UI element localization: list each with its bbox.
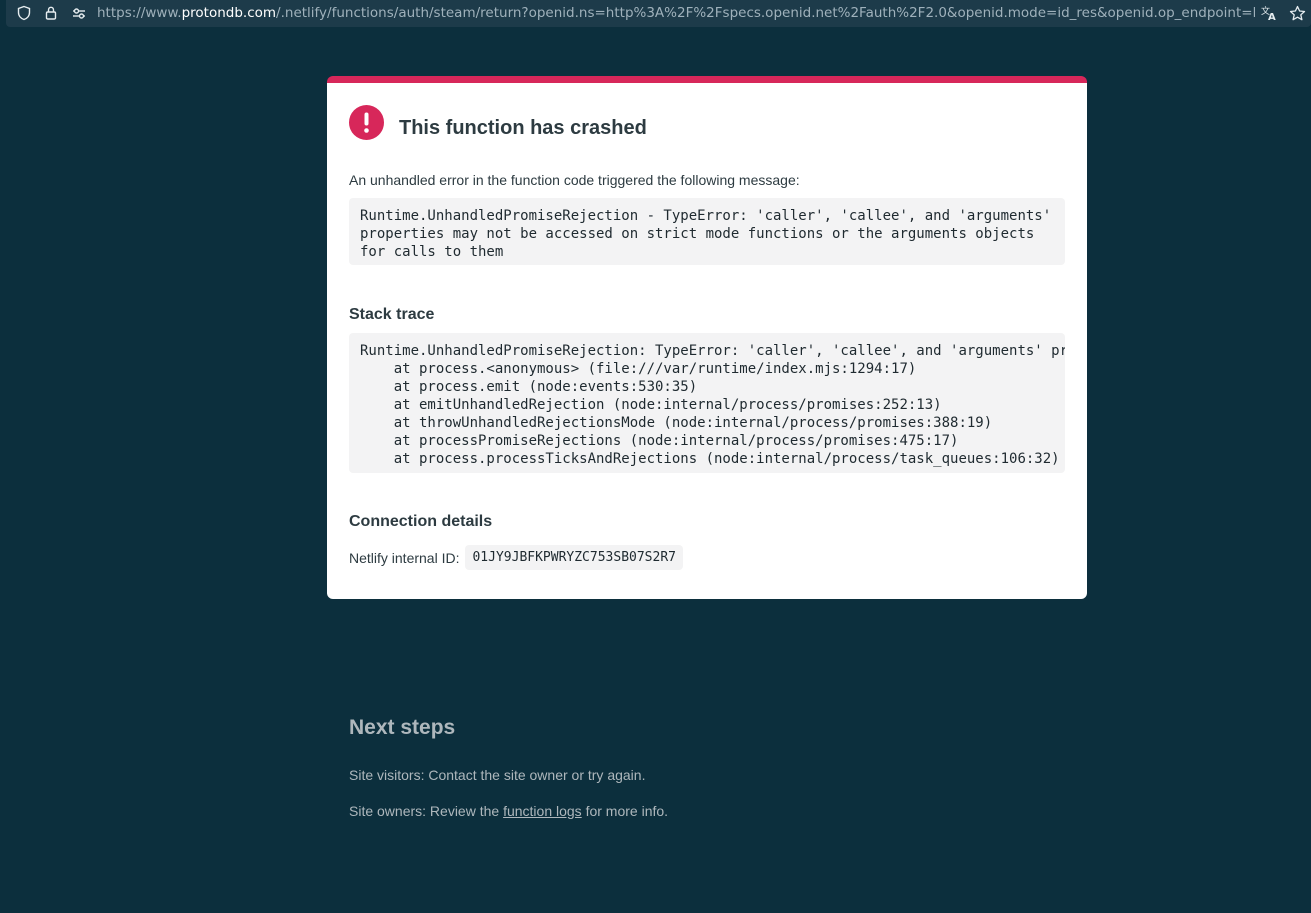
address-bar[interactable]: https://www.protondb.com/.netlify/functi… [6,0,1311,27]
error-message-box: Runtime.UnhandledPromiseRejection - Type… [349,198,1065,265]
internal-id-row: Netlify internal ID: 01JY9JBFKPWRYZC753S… [349,545,683,570]
permissions-icon[interactable] [70,4,88,22]
bookmark-star-icon[interactable] [1288,4,1306,22]
stack-trace-box[interactable]: Runtime.UnhandledPromiseRejection: TypeE… [349,333,1065,473]
error-card: This function has crashed An unhandled e… [327,76,1087,599]
error-exclamation-icon [349,105,384,140]
url-domain: protondb.com [181,5,277,21]
site-owners-suffix: for more info. [581,803,669,819]
site-visitors-text: Site visitors: Contact the site owner or… [349,767,646,783]
next-steps-heading: Next steps [349,716,456,739]
site-owners-text: Site owners: Review the function logs fo… [349,803,668,819]
error-title: This function has crashed [399,117,647,139]
error-description: An unhandled error in the function code … [349,172,800,188]
lock-icon[interactable] [42,4,60,22]
svg-text:A: A [1268,12,1276,22]
function-logs-link[interactable]: function logs [503,803,582,819]
url-prefix: https://www. [97,5,182,21]
shield-icon[interactable] [15,4,33,22]
internal-id-value: 01JY9JBFKPWRYZC753SB07S2R7 [465,545,683,570]
internal-id-label: Netlify internal ID: [349,549,460,566]
stack-trace-heading: Stack trace [349,306,435,323]
connection-details-heading: Connection details [349,513,493,530]
browser-toolbar: https://www.protondb.com/.netlify/functi… [0,0,1311,32]
site-owners-prefix: Site owners: Review the [349,803,504,819]
translate-icon[interactable]: 文A [1260,4,1278,22]
url-path: /.netlify/functions/auth/steam/return?op… [276,5,1255,21]
url-text[interactable]: https://www.protondb.com/.netlify/functi… [97,4,1255,22]
